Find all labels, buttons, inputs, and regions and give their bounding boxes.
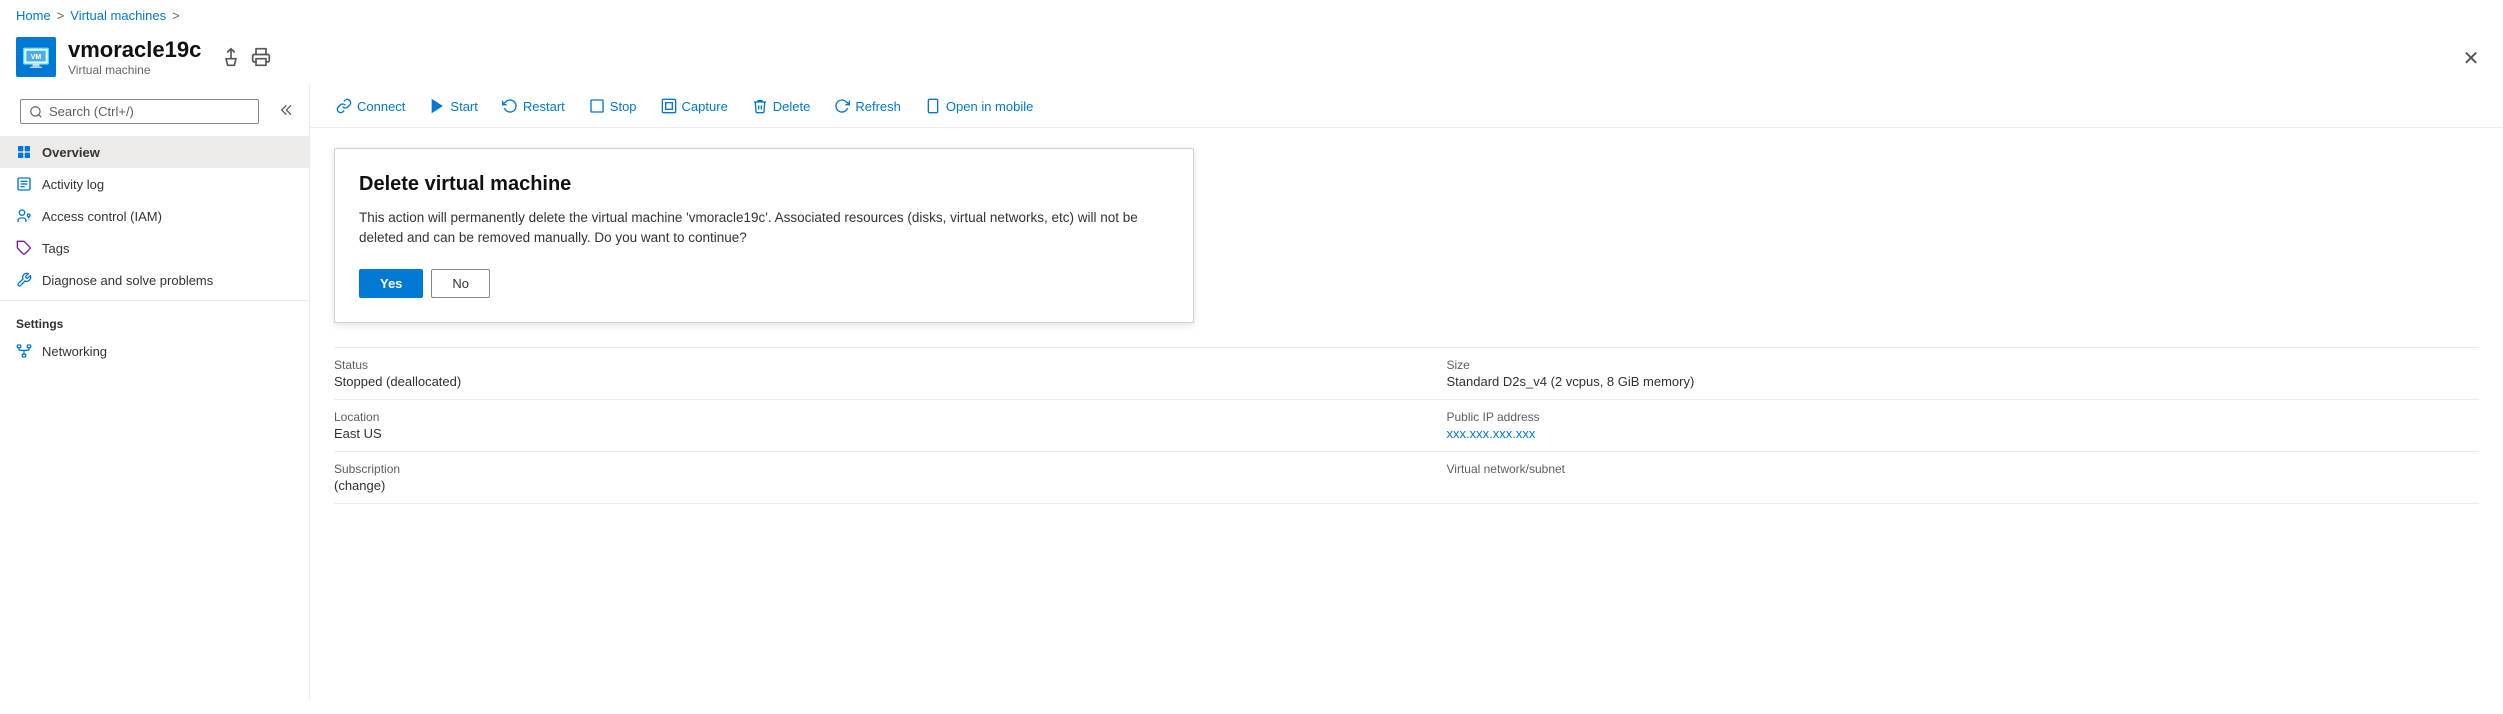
main-content: Delete virtual machine This action will … [310, 128, 2503, 699]
capture-icon [661, 98, 677, 114]
stop-icon [589, 98, 605, 114]
detail-location-label: Location [334, 410, 1367, 424]
sidebar-item-overview[interactable]: Overview [0, 136, 309, 168]
start-button[interactable]: Start [419, 93, 487, 119]
sidebar-item-tags[interactable]: Tags [0, 232, 309, 264]
detail-size-label: Size [1447, 358, 2480, 372]
restart-button[interactable]: Restart [492, 93, 575, 119]
settings-section-label: Settings [0, 305, 309, 335]
breadcrumb-virtual-machines[interactable]: Virtual machines [70, 8, 166, 23]
dialog-yes-button[interactable]: Yes [359, 269, 423, 298]
print-icon[interactable] [251, 47, 271, 67]
header-actions [221, 47, 271, 67]
main-area: Connect Start Restart [310, 85, 2503, 699]
open-in-mobile-label: Open in mobile [946, 99, 1033, 114]
detail-location: Location East US [334, 400, 1407, 452]
sidebar-item-access-control-label: Access control (IAM) [42, 209, 162, 224]
detail-size: Size Standard D2s_v4 (2 vcpus, 8 GiB mem… [1407, 348, 2480, 400]
connect-label: Connect [357, 99, 405, 114]
search-icon [29, 105, 43, 119]
start-label: Start [450, 99, 477, 114]
detail-status-value: Stopped (deallocated) [334, 374, 1367, 389]
connect-icon [336, 98, 352, 114]
search-bar[interactable]: Search (Ctrl+/) [20, 99, 259, 124]
detail-vnet-label: Virtual network/subnet [1447, 462, 2480, 476]
start-icon [429, 98, 445, 114]
delete-dialog: Delete virtual machine This action will … [334, 148, 1194, 323]
sidebar-nav: Overview Activity log Access control (IA… [0, 136, 309, 699]
delete-icon [752, 98, 768, 114]
capture-label: Capture [682, 99, 728, 114]
sidebar-item-activity-log[interactable]: Activity log [0, 168, 309, 200]
collapse-sidebar-button[interactable] [275, 98, 299, 125]
activity-log-icon [16, 176, 32, 192]
restart-icon [502, 98, 518, 114]
sidebar-item-networking-label: Networking [42, 344, 107, 359]
refresh-label: Refresh [855, 99, 901, 114]
vm-details-grid: Status Stopped (deallocated) Size Standa… [334, 347, 2479, 504]
dialog-body: This action will permanently delete the … [359, 208, 1169, 249]
detail-status: Status Stopped (deallocated) [334, 348, 1407, 400]
capture-button[interactable]: Capture [651, 93, 738, 119]
vm-type-label: Virtual machine [68, 63, 201, 77]
detail-public-ip-value[interactable]: xxx.xxx.xxx.xxx [1447, 426, 2480, 441]
connect-button[interactable]: Connect [326, 93, 415, 119]
detail-vnet: Virtual network/subnet [1407, 452, 2480, 504]
collapse-icon [279, 102, 295, 118]
detail-subscription-label: Subscription [334, 462, 1367, 476]
breadcrumb-sep2: > [172, 8, 180, 23]
overview-icon [16, 144, 32, 160]
svg-text:VM: VM [31, 54, 42, 61]
main-layout: Search (Ctrl+/) Overview Acti [0, 85, 2503, 699]
page-header: VM vmoracle19c Virtual machine ✕ [0, 31, 2503, 85]
toolbar: Connect Start Restart [310, 85, 2503, 128]
detail-subscription: Subscription (change) [334, 452, 1407, 504]
sidebar-item-diagnose-label: Diagnose and solve problems [42, 273, 213, 288]
detail-size-value: Standard D2s_v4 (2 vcpus, 8 GiB memory) [1447, 374, 2480, 389]
pin-icon[interactable] [221, 47, 241, 67]
detail-public-ip-label: Public IP address [1447, 410, 2480, 424]
breadcrumb-home[interactable]: Home [16, 8, 51, 23]
detail-status-label: Status [334, 358, 1367, 372]
sidebar-item-access-control[interactable]: Access control (IAM) [0, 200, 309, 232]
dialog-buttons: Yes No [359, 269, 1169, 298]
stop-label: Stop [610, 99, 637, 114]
detail-public-ip: Public IP address xxx.xxx.xxx.xxx [1407, 400, 2480, 452]
access-control-icon [16, 208, 32, 224]
delete-button[interactable]: Delete [742, 93, 821, 119]
networking-icon [16, 343, 32, 359]
detail-location-value: East US [334, 426, 1367, 441]
diagnose-icon [16, 272, 32, 288]
header-title-group: vmoracle19c Virtual machine [68, 37, 201, 77]
sidebar-item-diagnose[interactable]: Diagnose and solve problems [0, 264, 309, 296]
mobile-icon [925, 98, 941, 114]
dialog-no-button[interactable]: No [431, 269, 490, 298]
tags-icon [16, 240, 32, 256]
open-in-mobile-button[interactable]: Open in mobile [915, 93, 1043, 119]
sidebar-item-networking[interactable]: Networking [0, 335, 309, 367]
delete-label: Delete [773, 99, 811, 114]
sidebar: Search (Ctrl+/) Overview Acti [0, 85, 310, 699]
subscription-change-link[interactable]: (change) [334, 478, 385, 493]
refresh-icon [834, 98, 850, 114]
restart-label: Restart [523, 99, 565, 114]
refresh-button[interactable]: Refresh [824, 93, 911, 119]
close-button[interactable]: ✕ [2455, 42, 2487, 74]
sidebar-item-tags-label: Tags [42, 241, 69, 256]
breadcrumb: Home > Virtual machines > [0, 0, 2503, 31]
detail-subscription-value: (change) [334, 478, 1367, 493]
search-placeholder: Search (Ctrl+/) [49, 104, 134, 119]
breadcrumb-sep1: > [57, 8, 65, 23]
sidebar-divider-settings [0, 300, 309, 301]
sidebar-item-overview-label: Overview [42, 145, 100, 160]
sidebar-item-activity-log-label: Activity log [42, 177, 104, 192]
vm-icon: VM [16, 37, 56, 77]
vm-name-heading: vmoracle19c [68, 37, 201, 63]
stop-button[interactable]: Stop [579, 93, 647, 119]
dialog-title: Delete virtual machine [359, 173, 1169, 196]
